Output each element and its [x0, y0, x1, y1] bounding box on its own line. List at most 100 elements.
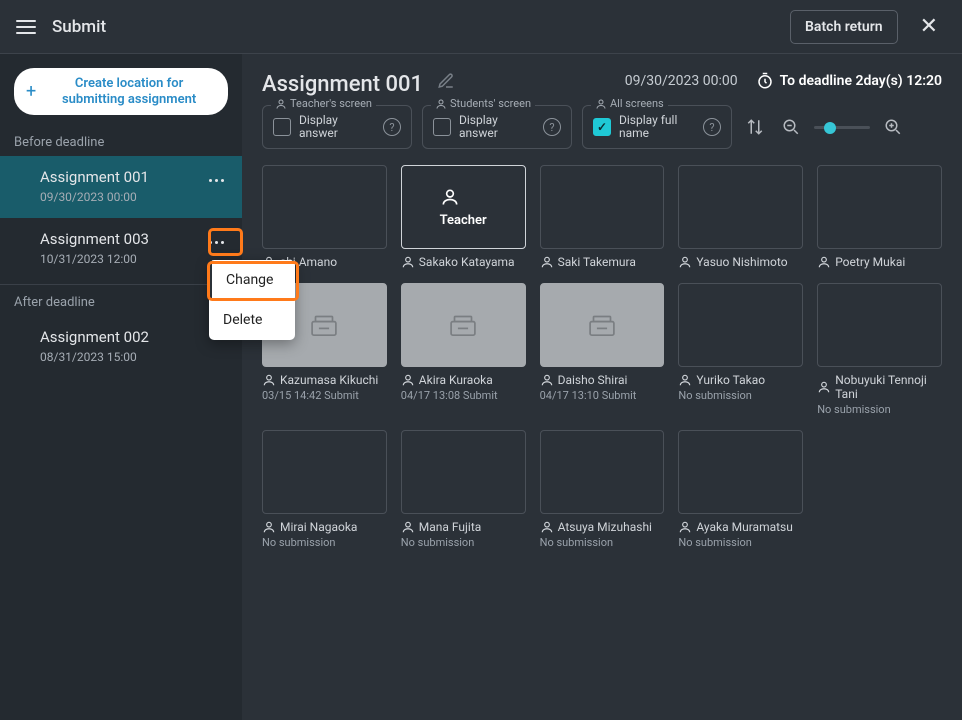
card-sub: 03/15 14:42 Submit — [262, 389, 387, 402]
sort-icon[interactable] — [742, 114, 768, 140]
zoom-out-icon[interactable] — [778, 114, 804, 140]
person-icon — [275, 98, 287, 110]
assignment-name: Assignment 002 — [40, 328, 220, 346]
submission-card[interactable]: Daisho Shirai 04/17 13:10 Submit — [540, 283, 665, 416]
deadline-countdown: To deadline 2day(s) 12:20 — [756, 72, 942, 90]
submission-thumb[interactable] — [262, 165, 387, 249]
assignment-name: Assignment 003 — [40, 230, 220, 248]
context-delete[interactable]: Delete — [209, 300, 295, 340]
submission-card[interactable]: Ayaka Muramatsu No submission — [678, 430, 803, 549]
option-label: Display answer — [299, 114, 375, 140]
card-sub: No submission — [262, 536, 387, 549]
submission-thumb[interactable] — [401, 283, 526, 367]
fieldset-students-screen: Students' screen Display answer ? — [422, 105, 572, 149]
submission-card[interactable]: Mirai Nagaoka No submission — [262, 430, 387, 549]
submissions-grid: shi AmanoTeacher Sakako Katayama Saki Take… — [262, 165, 942, 549]
card-name: Akira Kuraoka — [401, 373, 526, 387]
card-name: Yuriko Takao — [678, 373, 803, 387]
divider — [0, 284, 242, 285]
zoom-slider[interactable] — [814, 126, 870, 129]
edit-icon[interactable] — [437, 72, 455, 90]
close-icon[interactable]: ✕ — [912, 10, 946, 43]
section-after-deadline: After deadline — [0, 289, 242, 316]
assignment-name: Assignment 001 — [40, 168, 220, 186]
main-header: Assignment 001 09/30/2023 00:00 To deadl… — [262, 72, 942, 97]
deadline-info: 09/30/2023 00:00 To deadline 2day(s) 12:… — [625, 72, 942, 90]
checkbox-display-fullname[interactable] — [593, 118, 611, 136]
submission-card[interactable]: Atsuya Mizuhashi No submission — [540, 430, 665, 549]
submission-thumb[interactable] — [401, 430, 526, 514]
submission-thumb[interactable] — [540, 165, 665, 249]
card-name: Daisho Shirai — [540, 373, 665, 387]
card-sub: No submission — [678, 536, 803, 549]
submission-card[interactable]: Nobuyuki Tennoji Tani No submission — [817, 283, 942, 416]
more-icon[interactable] — [204, 170, 228, 190]
submission-card[interactable]: Akira Kuraoka 04/17 13:08 Submit — [401, 283, 526, 416]
submission-card[interactable]: Teacher Sakako Katayama — [401, 165, 526, 269]
assignment-item[interactable]: Assignment 003 10/31/2023 12:00 — [0, 218, 242, 280]
more-icon[interactable] — [204, 232, 228, 252]
section-before-deadline: Before deadline — [0, 129, 242, 156]
submission-thumb[interactable] — [678, 283, 803, 367]
card-name: Yasuo Nishimoto — [678, 255, 803, 269]
context-menu: Change Delete — [209, 260, 295, 340]
card-name: Ayaka Muramatsu — [678, 520, 803, 534]
submission-thumb[interactable] — [262, 430, 387, 514]
submission-card[interactable]: Yasuo Nishimoto — [678, 165, 803, 269]
submission-card[interactable]: Saki Takemura — [540, 165, 665, 269]
assignment-item[interactable]: Assignment 001 09/30/2023 00:00 — [0, 156, 242, 218]
submission-card[interactable]: Mana FujitaNo submission — [401, 430, 526, 549]
submission-thumb[interactable] — [540, 430, 665, 514]
submission-thumb[interactable] — [817, 165, 942, 249]
submission-thumb[interactable] — [678, 165, 803, 249]
context-change[interactable]: Change — [209, 260, 295, 300]
assignment-item[interactable]: Assignment 002 08/31/2023 15:00 — [0, 316, 242, 378]
assignment-date: 08/31/2023 15:00 — [40, 350, 220, 364]
sidebar: + Create location for submitting assignm… — [0, 54, 242, 720]
card-name: Atsuya Mizuhashi — [540, 520, 665, 534]
topbar: Submit Batch return ✕ — [0, 0, 962, 54]
submission-thumb[interactable] — [540, 283, 665, 367]
card-sub: 04/17 13:10 Submit — [540, 389, 665, 402]
submission-card[interactable]: shi Amano — [262, 165, 387, 269]
page-title: Assignment 001 — [262, 72, 423, 97]
submission-thumb[interactable] — [678, 430, 803, 514]
help-icon[interactable]: ? — [543, 118, 561, 136]
card-name: Mirai Nagaoka — [262, 520, 387, 534]
help-icon[interactable]: ? — [703, 118, 721, 136]
card-name: Poetry Mukai — [817, 255, 942, 269]
create-location-label: Create location for submitting assignmen… — [42, 76, 216, 107]
card-sub: No submission — [401, 536, 526, 549]
assignment-date: 09/30/2023 00:00 — [40, 190, 220, 204]
plus-icon: + — [26, 81, 36, 103]
help-icon[interactable]: ? — [383, 118, 401, 136]
fieldset-teacher-screen: Teacher's screen Display answer ? — [262, 105, 412, 149]
deadline-date: 09/30/2023 00:00 — [625, 73, 738, 89]
batch-return-button[interactable]: Batch return — [790, 10, 898, 44]
card-name: Sakako Katayama — [401, 255, 526, 269]
app-title: Submit — [52, 17, 790, 37]
fieldset-all-screens: All screens Display full name ? — [582, 105, 732, 149]
card-sub: 04/17 13:08 Submit — [401, 389, 526, 402]
option-label: Display answer — [459, 114, 535, 140]
card-name: Nobuyuki Tennoji Tani — [817, 373, 942, 401]
teacher-thumb[interactable]: Teacher — [401, 165, 526, 249]
submission-card[interactable]: Poetry Mukai — [817, 165, 942, 269]
person-icon — [595, 98, 607, 110]
card-sub: No submission — [817, 403, 942, 416]
controls-row: Teacher's screen Display answer ? Studen… — [262, 105, 942, 149]
card-name: Kazumasa Kikuchi — [262, 373, 387, 387]
submission-thumb[interactable] — [817, 283, 942, 367]
checkbox-display-answer-students[interactable] — [433, 118, 451, 136]
card-sub: No submission — [540, 536, 665, 549]
checkbox-display-answer-teacher[interactable] — [273, 118, 291, 136]
submission-card[interactable]: Yuriko Takao No submission — [678, 283, 803, 416]
person-icon — [435, 98, 447, 110]
card-name: Saki Takemura — [540, 255, 665, 269]
stopwatch-icon — [756, 72, 774, 90]
hamburger-icon[interactable] — [16, 20, 36, 34]
card-sub: No submission — [678, 389, 803, 402]
assignment-date: 10/31/2023 12:00 — [40, 252, 220, 266]
zoom-in-icon[interactable] — [880, 114, 906, 140]
create-location-button[interactable]: + Create location for submitting assignm… — [14, 68, 228, 115]
